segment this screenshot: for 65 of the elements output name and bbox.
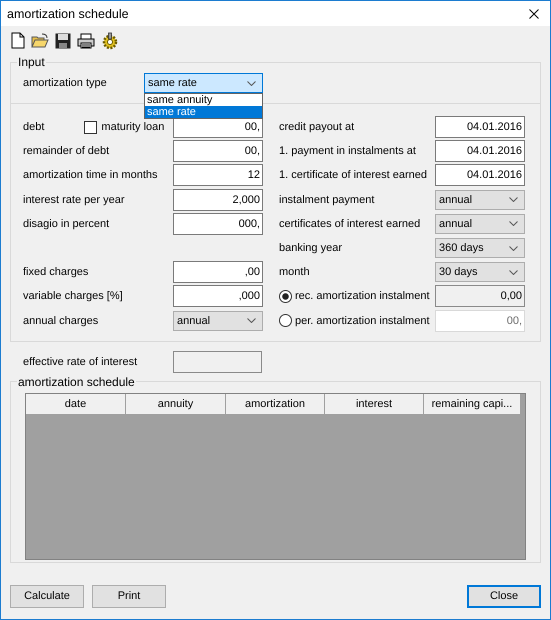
field-label: instalment payment [279,194,374,206]
column-header[interactable]: interest [325,394,424,415]
input-field[interactable]: 12 [173,164,263,186]
chevron-icon [247,318,256,324]
dropdown-option[interactable]: same annuity [145,94,262,106]
column-header[interactable]: date [26,394,126,415]
radio-button[interactable] [279,290,292,303]
field-label: fixed charges [23,266,88,278]
field-label: remainder of debt [23,145,110,158]
printer-icon[interactable] [77,32,95,48]
dropdown[interactable]: 360 days [435,238,525,258]
input-field[interactable]: 00, [435,310,525,332]
dropdown[interactable]: same rate [144,73,263,93]
new-file-icon[interactable] [11,32,25,49]
field-label: interest rate per year [23,194,124,206]
field-label: credit payout at [279,121,354,134]
field-label: per. amortization instalment [295,314,430,327]
dropdown[interactable]: annual [173,310,263,331]
group-title: Input [18,55,45,69]
window-title: amortization schedule [7,6,129,20]
field-label: month [279,266,310,278]
input-field[interactable]: 04.01.2016 [435,140,525,162]
dropdown-option[interactable]: same rate [145,106,262,118]
input-field[interactable]: 04.01.2016 [435,164,525,186]
field-label: annual charges [23,314,98,327]
checkbox[interactable] [84,120,98,134]
field-label: disagio in percent [23,218,110,230]
group-title: amortization schedule [18,374,135,389]
chevron-icon [509,246,518,251]
field-label: variable charges [%] [23,290,123,302]
dropdown[interactable]: annual [435,214,525,234]
chevron-icon [247,80,256,86]
field-label: rec. amortization instalment [295,290,430,302]
save-icon[interactable] [55,32,71,48]
column-header[interactable]: annuity [126,394,226,415]
field-label: 1. payment in instalments at [279,145,416,158]
checkbox-label: maturity loan [101,121,164,134]
radio-button[interactable] [279,314,292,328]
readonly-field: 0,00 [435,285,525,308]
dropdown[interactable]: 30 days [435,262,525,282]
field-label: certificates of interest earned [279,218,420,230]
field-label: debt [23,121,44,134]
field-label: amortization time in months [23,169,158,182]
column-header[interactable]: amortization [226,394,325,415]
input-field[interactable]: 000, [173,212,263,235]
field-label: banking year [279,242,342,254]
input-field[interactable]: ,00 [173,261,263,284]
input-field[interactable]: 2,000 [173,188,263,211]
input-field[interactable]: 00, [173,140,263,162]
action-button[interactable]: Print [92,584,166,608]
input-field[interactable]: ,000 [173,285,263,308]
field-label: amortization type [23,77,108,89]
chevron-icon [509,221,518,226]
field-label: 1. certificate of interest earned [279,169,427,182]
gear-icon[interactable] [101,32,119,50]
open-folder-icon[interactable] [31,32,49,48]
dropdown[interactable]: annual [435,190,525,210]
column-header[interactable]: remaining capi... [424,394,521,415]
action-button[interactable]: Calculate [10,584,84,608]
input-field[interactable]: 04.01.2016 [435,116,525,138]
field-label: effective rate of interest [23,356,138,368]
chevron-icon [509,197,518,202]
close-icon[interactable] [529,8,539,18]
action-button[interactable]: Close [467,584,541,608]
chevron-icon [509,270,518,275]
